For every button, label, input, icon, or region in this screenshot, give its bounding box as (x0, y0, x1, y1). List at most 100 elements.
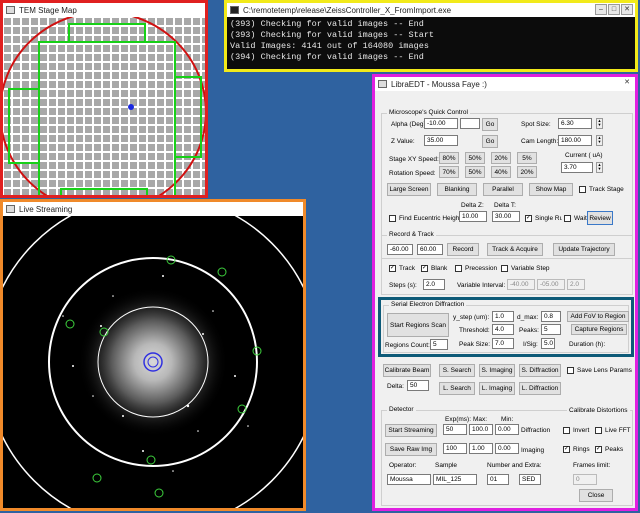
single-run-checkbox[interactable]: ✓ (525, 215, 532, 222)
live-fft-label: Live FFT (605, 427, 631, 434)
s-diffraction-button[interactable]: S. Diffraction (519, 364, 561, 377)
review-button[interactable]: Review (587, 211, 613, 225)
delta-z-input[interactable]: 10.00 (459, 211, 487, 222)
close-button[interactable]: Close (579, 489, 613, 502)
rotation-speed-40-button[interactable]: 40% (491, 166, 511, 178)
close-button[interactable]: ✕ (621, 78, 633, 89)
spot-size-spinner[interactable]: ▲ ▼ (596, 118, 603, 129)
libra-edt-window: LibraEDT - Moussa Faye :) ✕ Microscope's… (372, 74, 638, 511)
delta-t-input[interactable]: 30.00 (492, 211, 520, 222)
alpha-input[interactable]: -10.00 (424, 118, 458, 129)
close-button[interactable]: ✕ (621, 4, 633, 15)
secondary-max-input[interactable]: 1.00 (469, 443, 493, 454)
update-trajectory-button[interactable]: Update Trajectory (553, 243, 615, 256)
exposure-input[interactable]: 50 (443, 424, 467, 435)
frames-limit-input[interactable]: 0 (573, 474, 597, 485)
console-line: (393) Checking for valid images -- Start (230, 30, 435, 40)
precession-checkbox[interactable] (455, 265, 462, 272)
alpha-go-button[interactable]: Go (482, 118, 498, 131)
record-start-angle-input[interactable]: -60.00 (387, 244, 413, 255)
rotation-speed-50-button[interactable]: 50% (465, 166, 485, 178)
live-streaming-window: Live Streaming (0, 199, 306, 511)
stage-speed-50-button[interactable]: 50% (465, 152, 485, 164)
s-imaging-button[interactable]: S. Imaging (479, 364, 515, 377)
threshold-input[interactable]: 4.0 (492, 324, 514, 335)
stage-speed-5-button[interactable]: 5% (517, 152, 537, 164)
cam-length-spinner[interactable]: ▲ ▼ (596, 135, 603, 146)
peak-size-input[interactable]: 7.0 (492, 338, 514, 349)
variable-step-label: Variable Step (511, 265, 550, 272)
s-search-button[interactable]: S. Search (439, 364, 475, 377)
live-fft-checkbox[interactable] (595, 427, 602, 434)
peaks-label: Peaks: (519, 327, 539, 334)
min-input[interactable]: 0.00 (495, 424, 519, 435)
cam-length-input[interactable]: 180.00 (558, 135, 592, 146)
z-value-input[interactable]: 35.00 (424, 135, 458, 146)
diffraction-image[interactable] (3, 216, 303, 508)
peaks-input[interactable]: 5 (541, 324, 561, 335)
variable-interval-step-input[interactable]: 2.0 (567, 279, 585, 290)
add-fov-button[interactable]: Add FoV to Region (567, 311, 629, 322)
blanking-button[interactable]: Blanking (437, 183, 477, 196)
current-spinner[interactable]: ▲ ▼ (596, 162, 603, 173)
track-stage-checkbox[interactable] (579, 186, 586, 193)
steps-label: Steps (s): (389, 282, 417, 289)
find-eucentric-checkbox[interactable] (389, 215, 396, 222)
i-sig-input[interactable]: 5.0 (541, 338, 555, 349)
z-go-button[interactable]: Go (482, 135, 498, 148)
stage-speed-20-button[interactable]: 20% (491, 152, 511, 164)
calibrate-beam-button[interactable]: Calibrate Beam (383, 364, 431, 377)
delta-input[interactable]: 50 (407, 380, 429, 391)
stage-speed-label: Stage XY Speed: (389, 156, 439, 163)
show-map-button[interactable]: Show Map (529, 183, 573, 196)
current-input[interactable]: 3.70 (561, 162, 593, 173)
secondary-min-input[interactable]: 0.00 (495, 443, 519, 454)
sample-input[interactable]: MIL_125 (433, 474, 477, 485)
record-button[interactable]: Record (447, 243, 479, 256)
stage-position-marker (128, 104, 134, 110)
large-screen-button[interactable]: Large Screen (387, 183, 431, 196)
save-lens-params-checkbox[interactable] (567, 367, 574, 374)
parallel-button[interactable]: Parallel (483, 183, 523, 196)
minimize-button[interactable]: – (595, 4, 607, 15)
libra-titlebar: LibraEDT - Moussa Faye :) ✕ (375, 77, 635, 91)
number-input[interactable]: 01 (487, 474, 509, 485)
wait-checkbox[interactable] (564, 215, 571, 222)
variable-interval-end-input[interactable]: -05.00 (537, 279, 565, 290)
max-input[interactable]: 100.0 (469, 424, 493, 435)
start-streaming-button[interactable]: Start Streaming (385, 424, 437, 437)
start-regions-scan-button[interactable]: Start Regions Scan (387, 313, 449, 337)
track-acquire-button[interactable]: Track & Acquire (487, 243, 543, 256)
peaks-checkbox[interactable]: ✓ (595, 446, 602, 453)
capture-regions-button[interactable]: Capture Regions (571, 324, 627, 335)
blank-checkbox[interactable]: ✓ (421, 265, 428, 272)
extra-input[interactable]: SED (519, 474, 541, 485)
calibrate-distortions-label[interactable]: Calibrate Distortions (567, 407, 630, 414)
maximize-button[interactable]: □ (608, 4, 620, 15)
record-end-angle-input[interactable]: 60.00 (417, 244, 443, 255)
variable-interval-start-input[interactable]: -40.00 (507, 279, 535, 290)
rotation-speed-70-button[interactable]: 70% (439, 166, 459, 178)
operator-input[interactable]: Moussa (387, 474, 431, 485)
steps-input[interactable]: 2.0 (423, 279, 445, 290)
rotation-speed-20-button[interactable]: 20% (517, 166, 537, 178)
l-diffraction-button[interactable]: L. Diffraction (519, 382, 561, 395)
y-step-input[interactable]: 1.0 (492, 311, 514, 322)
secondary-exposure-input[interactable]: 100 (443, 443, 467, 454)
l-search-button[interactable]: L. Search (439, 382, 475, 395)
d-max-input[interactable]: 0.8 (541, 311, 561, 322)
rings-checkbox[interactable]: ✓ (563, 446, 570, 453)
l-imaging-button[interactable]: L. Imaging (479, 382, 515, 395)
spot-size-label: Spot Size: (521, 121, 551, 128)
spot-size-input[interactable]: 6.30 (558, 118, 592, 129)
stage-speed-80-button[interactable]: 80% (439, 152, 459, 164)
variable-step-checkbox[interactable] (501, 265, 508, 272)
stage-map-canvas[interactable] (0, 11, 207, 213)
regions-count-input[interactable]: 5 (430, 339, 448, 350)
save-raw-img-button[interactable]: Save Raw Img (385, 443, 437, 456)
invert-checkbox[interactable] (563, 427, 570, 434)
alpha-extra-input[interactable] (460, 118, 480, 129)
precession-label: Precession (465, 265, 498, 272)
track-checkbox[interactable]: ✓ (389, 265, 396, 272)
window-icon (378, 80, 387, 88)
